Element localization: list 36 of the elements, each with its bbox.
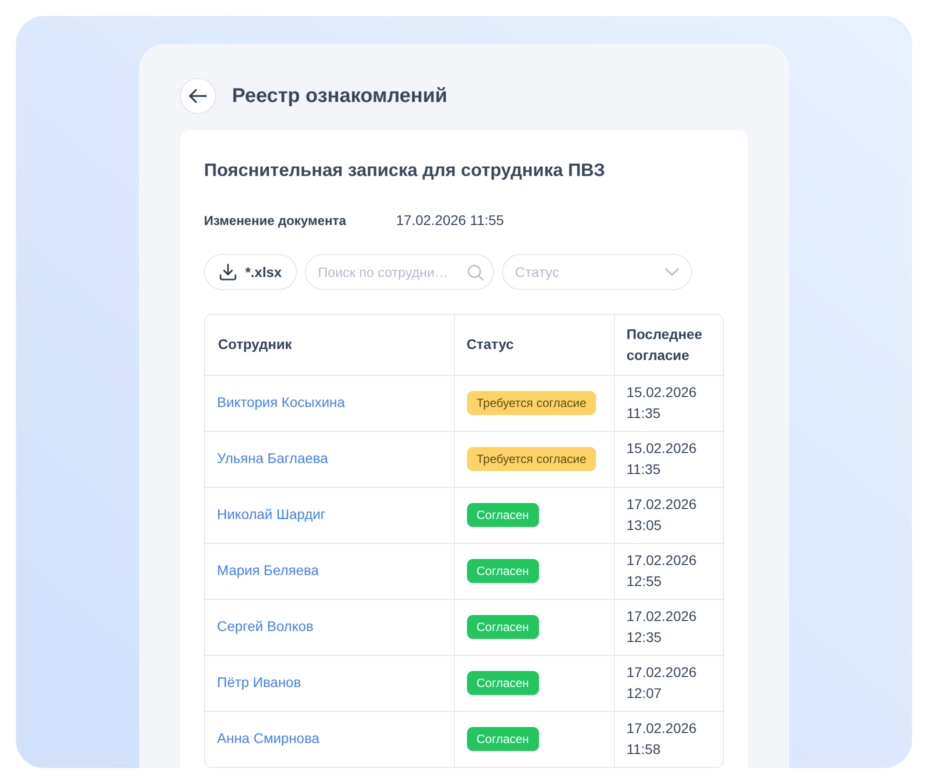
- column-header: Последнее согласие: [614, 315, 723, 375]
- status-badge: Согласен: [466, 727, 539, 752]
- date-cell: 15.02.2026 11:35: [614, 431, 723, 487]
- download-icon: [219, 263, 238, 281]
- meta-label: Изменение документа: [204, 212, 346, 228]
- status-badge: Согласен: [466, 671, 539, 695]
- export-button[interactable]: *.xlsx: [204, 254, 297, 290]
- employee-link[interactable]: Пётр Иванов: [217, 674, 302, 690]
- back-arrow-icon: [189, 89, 207, 103]
- search-field[interactable]: Поиск по сотрудни…: [305, 254, 494, 290]
- status-badge: Требуется согласие: [466, 391, 596, 415]
- chevron-down-icon: [665, 268, 679, 276]
- employee-link[interactable]: Ульяна Баглаева: [217, 450, 328, 466]
- employee-link[interactable]: Сергей Волков: [217, 618, 314, 634]
- status-badge: Согласен: [466, 615, 539, 639]
- search-icon: [467, 264, 484, 281]
- date-cell: 17.02.2026 12:35: [614, 599, 723, 655]
- date-cell: 17.02.2026 13:05: [614, 487, 723, 543]
- status-badge: Согласен: [466, 503, 539, 527]
- status-dropdown[interactable]: Статус: [502, 254, 692, 290]
- page-title: Реестр ознакомлений: [232, 84, 448, 108]
- back-button[interactable]: [180, 78, 216, 114]
- document-title: Пояснительная записка для сотрудника ПВЗ: [204, 159, 606, 182]
- date-cell: 15.02.2026 11:35: [614, 375, 723, 431]
- column-header: Сотрудник: [205, 315, 454, 375]
- date-cell: 17.02.2026 11:58: [614, 711, 723, 767]
- employee-link[interactable]: Анна Смирнова: [217, 730, 320, 746]
- date-cell: 17.02.2026 12:07: [614, 655, 723, 711]
- meta-value: 17.02.2026 11:55: [396, 212, 504, 228]
- employee-link[interactable]: Мария Беляева: [217, 562, 319, 578]
- date-cell: 17.02.2026 12:55: [614, 543, 723, 599]
- column-header: Статус: [454, 315, 614, 375]
- employee-link[interactable]: Виктория Косыхина: [217, 394, 345, 410]
- status-badge: Требуется согласие: [466, 447, 596, 471]
- employee-link[interactable]: Николай Шардиг: [217, 506, 326, 522]
- status-badge: Согласен: [466, 559, 539, 583]
